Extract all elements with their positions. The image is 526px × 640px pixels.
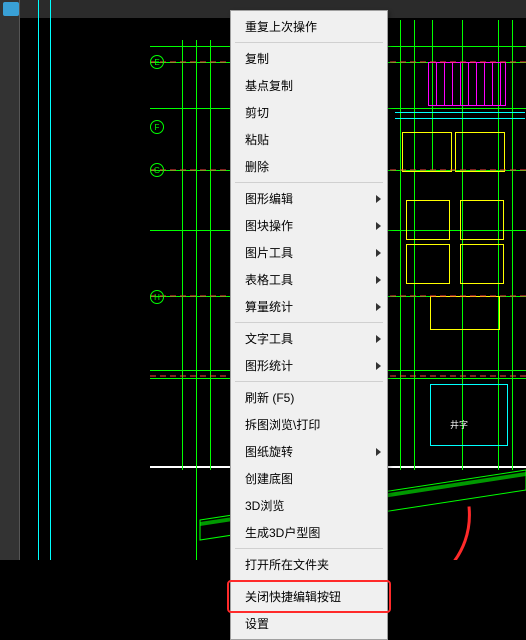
cad-stairs [428,62,506,106]
menu-item[interactable]: 重复上次操作 [231,13,387,40]
cad-room [406,244,450,284]
menu-separator [235,182,383,183]
cad-line [50,0,51,560]
menu-item[interactable]: 删除 [231,153,387,180]
cad-canvas[interactable]: 井字 E F G H 重复上次操作复制基点复制剪切粘贴删除图形编辑图块操作图片工… [0,0,526,560]
menu-item[interactable]: 基点复制 [231,72,387,99]
cad-line [38,0,39,560]
cad-line [436,62,437,106]
menu-separator [235,548,383,549]
cad-box [430,384,508,446]
submenu-arrow-icon [376,303,381,311]
cad-line [484,62,485,106]
menu-separator [235,322,383,323]
menu-item[interactable]: 图形编辑 [231,185,387,212]
submenu-arrow-icon [376,448,381,456]
cad-line [476,62,477,106]
cad-line [512,20,513,470]
menu-item[interactable]: 图块操作 [231,212,387,239]
menu-item[interactable]: 刷新 (F5) [231,384,387,411]
ruler-left [0,0,20,560]
menu-item[interactable]: 关闭快捷编辑按钮 [231,583,387,610]
menu-separator [235,42,383,43]
submenu-arrow-icon [376,222,381,230]
grid-label: E [150,55,164,69]
cad-room [460,200,504,240]
menu-separator [235,381,383,382]
cad-line [395,118,525,119]
menu-item[interactable]: 打开所在文件夹 [231,551,387,578]
cad-room [455,132,505,172]
submenu-arrow-icon [376,195,381,203]
menu-item[interactable]: 拆图浏览\打印 [231,411,387,438]
ruler-tab-icon [3,2,19,16]
cad-room [460,244,504,284]
menu-item[interactable]: 表格工具 [231,266,387,293]
cad-line [468,62,469,106]
menu-separator [235,580,383,581]
menu-item[interactable]: 图片工具 [231,239,387,266]
grid-label: G [150,163,164,177]
cad-line [452,62,453,106]
submenu-arrow-icon [376,249,381,257]
grid-label: F [150,120,164,134]
menu-item[interactable]: 算量统计 [231,293,387,320]
cad-line [460,62,461,106]
cad-room [430,296,500,330]
cad-line [196,40,197,560]
cad-line [395,112,525,113]
submenu-arrow-icon [376,335,381,343]
menu-item[interactable]: 复制 [231,45,387,72]
menu-item[interactable]: 设置 [231,610,387,637]
cad-line [182,40,183,470]
cad-room [406,200,450,240]
menu-item[interactable]: 图纸旋转 [231,438,387,465]
submenu-arrow-icon [376,276,381,284]
menu-item[interactable]: 3D浏览 [231,492,387,519]
menu-item[interactable]: 剪切 [231,99,387,126]
context-menu: 重复上次操作复制基点复制剪切粘贴删除图形编辑图块操作图片工具表格工具算量统计文字… [230,10,388,640]
grid-label: H [150,290,164,304]
cad-room [402,132,452,172]
menu-item[interactable]: 图形统计 [231,352,387,379]
cad-text-label: 井字 [450,418,468,431]
cad-line [444,62,445,106]
cad-line [492,62,493,106]
menu-item[interactable]: 文字工具 [231,325,387,352]
cad-line [500,62,501,106]
menu-item[interactable]: 创建底图 [231,465,387,492]
cad-line [210,40,211,470]
menu-item[interactable]: 粘贴 [231,126,387,153]
submenu-arrow-icon [376,362,381,370]
cad-line [400,20,401,470]
menu-item[interactable]: 生成3D户型图 [231,519,387,546]
